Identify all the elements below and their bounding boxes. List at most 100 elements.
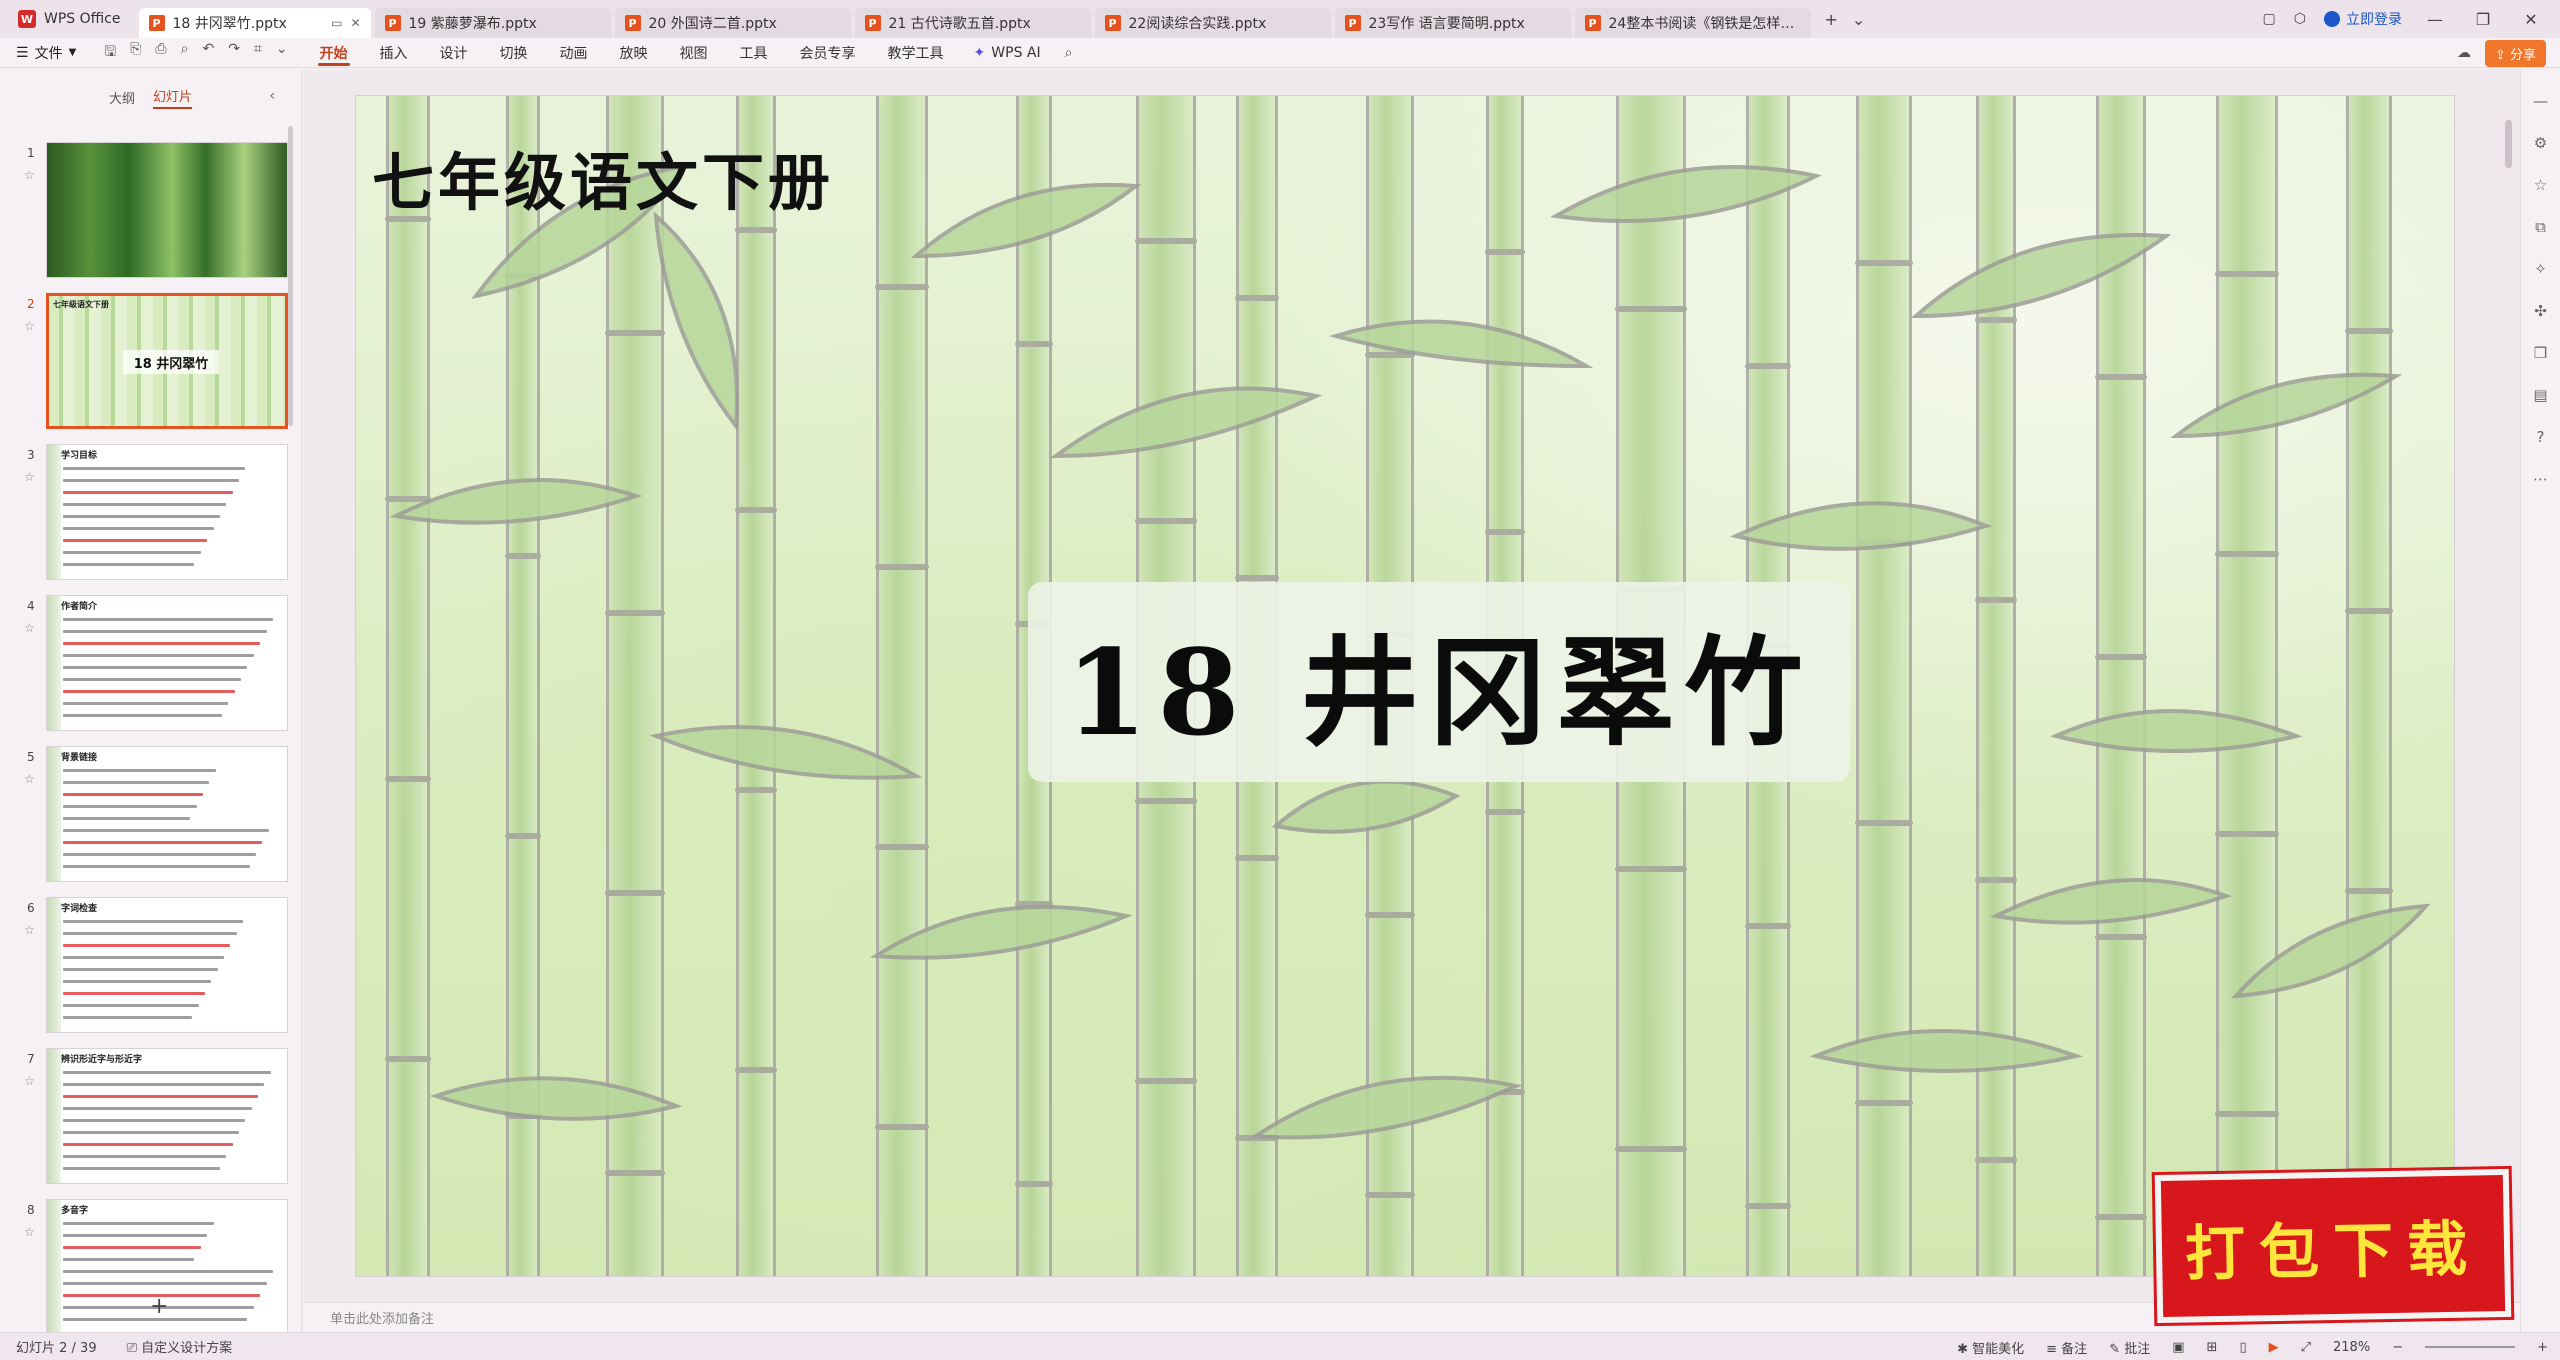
more-icon[interactable]: ⋯ <box>2533 470 2548 488</box>
menu-item[interactable]: 工具 <box>724 38 784 68</box>
document-tab[interactable]: P 20 外国诗二首.pptx <box>614 8 851 38</box>
document-tab[interactable]: P 23写作 语言要简明.pptx <box>1334 8 1571 38</box>
minimize-button[interactable]: — <box>2420 10 2450 29</box>
zoom-slider[interactable] <box>2425 1346 2516 1348</box>
slide-thumbnail[interactable]: 辨识形近字与形近字 <box>46 1048 288 1184</box>
help-icon[interactable]: ? <box>2537 428 2545 446</box>
slide-thumbnail-row[interactable]: 1 ☆ <box>0 142 300 282</box>
slide-thumbnail[interactable]: 字词检查 <box>46 897 288 1033</box>
cloud-sync-icon[interactable]: ☁ <box>2457 45 2471 61</box>
star-icon[interactable]: ☆ <box>24 772 35 786</box>
tab-list-button[interactable]: ⌄ <box>1852 10 1865 29</box>
star-icon[interactable]: ☆ <box>24 1225 35 1239</box>
magic-icon[interactable]: ✧ <box>2534 260 2547 278</box>
monitor-icon[interactable]: ▭ <box>331 16 342 30</box>
current-slide[interactable]: 七年级语文下册 18 井冈翠竹 <box>356 96 2454 1276</box>
star-icon[interactable]: ☆ <box>24 168 35 182</box>
app-home-tab[interactable]: W WPS Office <box>0 0 139 38</box>
slide-header[interactable]: 七年级语文下册 <box>372 132 834 222</box>
panel-scrollbar[interactable] <box>288 126 293 426</box>
window-layout-icon[interactable]: ▢ <box>2263 11 2276 27</box>
add-tab-button[interactable]: + <box>1825 10 1838 29</box>
slide-thumbnail-row[interactable]: 7 ☆ 辨识形近字与形近字 <box>0 1048 300 1188</box>
menu-item[interactable]: 教学工具 <box>872 38 960 68</box>
slide-title[interactable]: 18 井冈翠竹 <box>1065 597 1812 768</box>
document-tab[interactable]: P 18 井冈翠竹.pptx ▭ ✕ <box>138 8 371 38</box>
title-box[interactable]: 18 井冈翠竹 <box>1028 582 1850 782</box>
thumb-text-line <box>63 539 208 542</box>
book-icon[interactable]: ❒ <box>2534 344 2547 362</box>
zoom-level[interactable]: 218% <box>2333 1340 2370 1355</box>
save-icon[interactable]: 🖫 <box>104 41 116 65</box>
copy-icon[interactable]: ⧉ <box>2535 218 2546 236</box>
restore-button[interactable]: ❐ <box>2468 10 2498 29</box>
login-button[interactable]: 立即登录 <box>2324 9 2402 29</box>
close-button[interactable]: ✕ <box>2516 10 2546 29</box>
menu-item[interactable]: 放映 <box>604 38 664 68</box>
zoom-out-icon[interactable]: − <box>2392 1340 2403 1355</box>
tab-close-icon[interactable]: ✕ <box>350 16 360 30</box>
design-scheme-button[interactable]: ⎚ 自定义设计方案 <box>127 1337 233 1356</box>
wps-ai-button[interactable]: ✦ WPS AI <box>960 45 1055 61</box>
search-icon[interactable]: ⌕ <box>1055 45 1083 61</box>
menu-item[interactable]: 动画 <box>544 38 604 68</box>
grid-view-icon[interactable]: ⊞ <box>2207 1340 2218 1355</box>
tools-icon[interactable]: ✣ <box>2534 302 2547 320</box>
download-promo-badge[interactable]: 打包下载 <box>2154 1168 2512 1324</box>
document-tab[interactable]: P 24整本书阅读《钢铁是怎样炼成的》 <box>1574 8 1811 38</box>
share-button[interactable]: ⇪ 分享 <box>2484 39 2546 67</box>
menu-item[interactable]: 切换 <box>484 38 544 68</box>
star-icon[interactable]: ☆ <box>24 470 35 484</box>
slide-thumbnail[interactable]: 学习目标 <box>46 444 288 580</box>
slide-thumbnail-row[interactable]: 4 ☆ 作者简介 <box>0 595 300 735</box>
minus-icon[interactable]: — <box>2533 92 2548 110</box>
menu-item[interactable]: 开始 <box>304 38 364 68</box>
play-icon[interactable]: ▶ <box>2269 1340 2279 1355</box>
slide-thumbnail-row[interactable]: 3 ☆ 学习目标 <box>0 444 300 584</box>
document-tab[interactable]: P 21 古代诗歌五首.pptx <box>854 8 1091 38</box>
comments-button[interactable]: ✎ 批注 <box>2109 1338 2150 1357</box>
document-tab[interactable]: P 19 紫藤萝瀑布.pptx <box>374 8 611 38</box>
slide-thumbnail-row[interactable]: 5 ☆ 背景链接 <box>0 746 300 886</box>
menu-item[interactable]: 设计 <box>424 38 484 68</box>
tab-title: 24整本书阅读《钢铁是怎样炼成的》 <box>1608 16 1801 32</box>
preview-icon[interactable]: ⌕ <box>181 41 189 65</box>
tab-slides[interactable]: 幻灯片 <box>153 86 193 109</box>
menu-item[interactable]: 插入 <box>364 38 424 68</box>
collapse-panel-icon[interactable]: ‹ <box>269 88 275 104</box>
beautify-button[interactable]: ✱ 智能美化 <box>1957 1338 2024 1357</box>
file-menu[interactable]: ☰ 文件 ▼ <box>0 43 88 63</box>
box-icon[interactable]: ⬡ <box>2294 11 2306 27</box>
star-icon[interactable]: ☆ <box>24 621 35 635</box>
print-icon[interactable]: ⎙ <box>155 41 166 65</box>
redo-icon[interactable]: ↷ <box>228 41 240 65</box>
export-icon[interactable]: ⎘ <box>130 41 141 65</box>
more-chevron-icon[interactable]: ⌄ <box>276 41 288 65</box>
slide-thumbnail[interactable] <box>46 142 288 278</box>
canvas-scrollbar[interactable] <box>2505 120 2512 168</box>
tab-outline[interactable]: 大纲 <box>109 88 135 107</box>
slide-thumbnail[interactable]: 七年级语文下册 18 井冈翠竹 <box>46 293 288 429</box>
document-tab[interactable]: P 22阅读综合实践.pptx <box>1094 8 1331 38</box>
menu-item[interactable]: 视图 <box>664 38 724 68</box>
slide-number: 1 <box>27 146 35 160</box>
undo-icon[interactable]: ↶ <box>202 41 214 65</box>
format-painter-icon[interactable]: ⌗ <box>254 41 262 65</box>
slide-thumbnail[interactable]: 作者简介 <box>46 595 288 731</box>
settings-sliders-icon[interactable]: ⚙ <box>2534 134 2547 152</box>
star-icon[interactable]: ☆ <box>24 1074 35 1088</box>
normal-view-icon[interactable]: ▣ <box>2172 1340 2184 1355</box>
star-icon[interactable]: ☆ <box>2534 176 2547 194</box>
slide-thumbnail-row[interactable]: 6 ☆ 字词检查 <box>0 897 300 1037</box>
notes-button[interactable]: ≡ 备注 <box>2046 1338 2087 1357</box>
zoom-in-icon[interactable]: + <box>2537 1340 2548 1355</box>
star-icon[interactable]: ☆ <box>24 923 35 937</box>
slide-thumbnail[interactable]: 背景链接 <box>46 746 288 882</box>
star-icon[interactable]: ☆ <box>24 319 35 333</box>
add-slide-button[interactable]: + <box>150 1294 168 1319</box>
fit-icon[interactable]: ⤢ <box>2301 1340 2311 1355</box>
menu-item[interactable]: 会员专享 <box>784 38 872 68</box>
template-icon[interactable]: ▤ <box>2533 386 2547 404</box>
slide-thumbnail-row[interactable]: 2 ☆ 七年级语文下册 18 井冈翠竹 <box>0 293 300 433</box>
reading-view-icon[interactable]: ▯ <box>2239 1340 2246 1355</box>
